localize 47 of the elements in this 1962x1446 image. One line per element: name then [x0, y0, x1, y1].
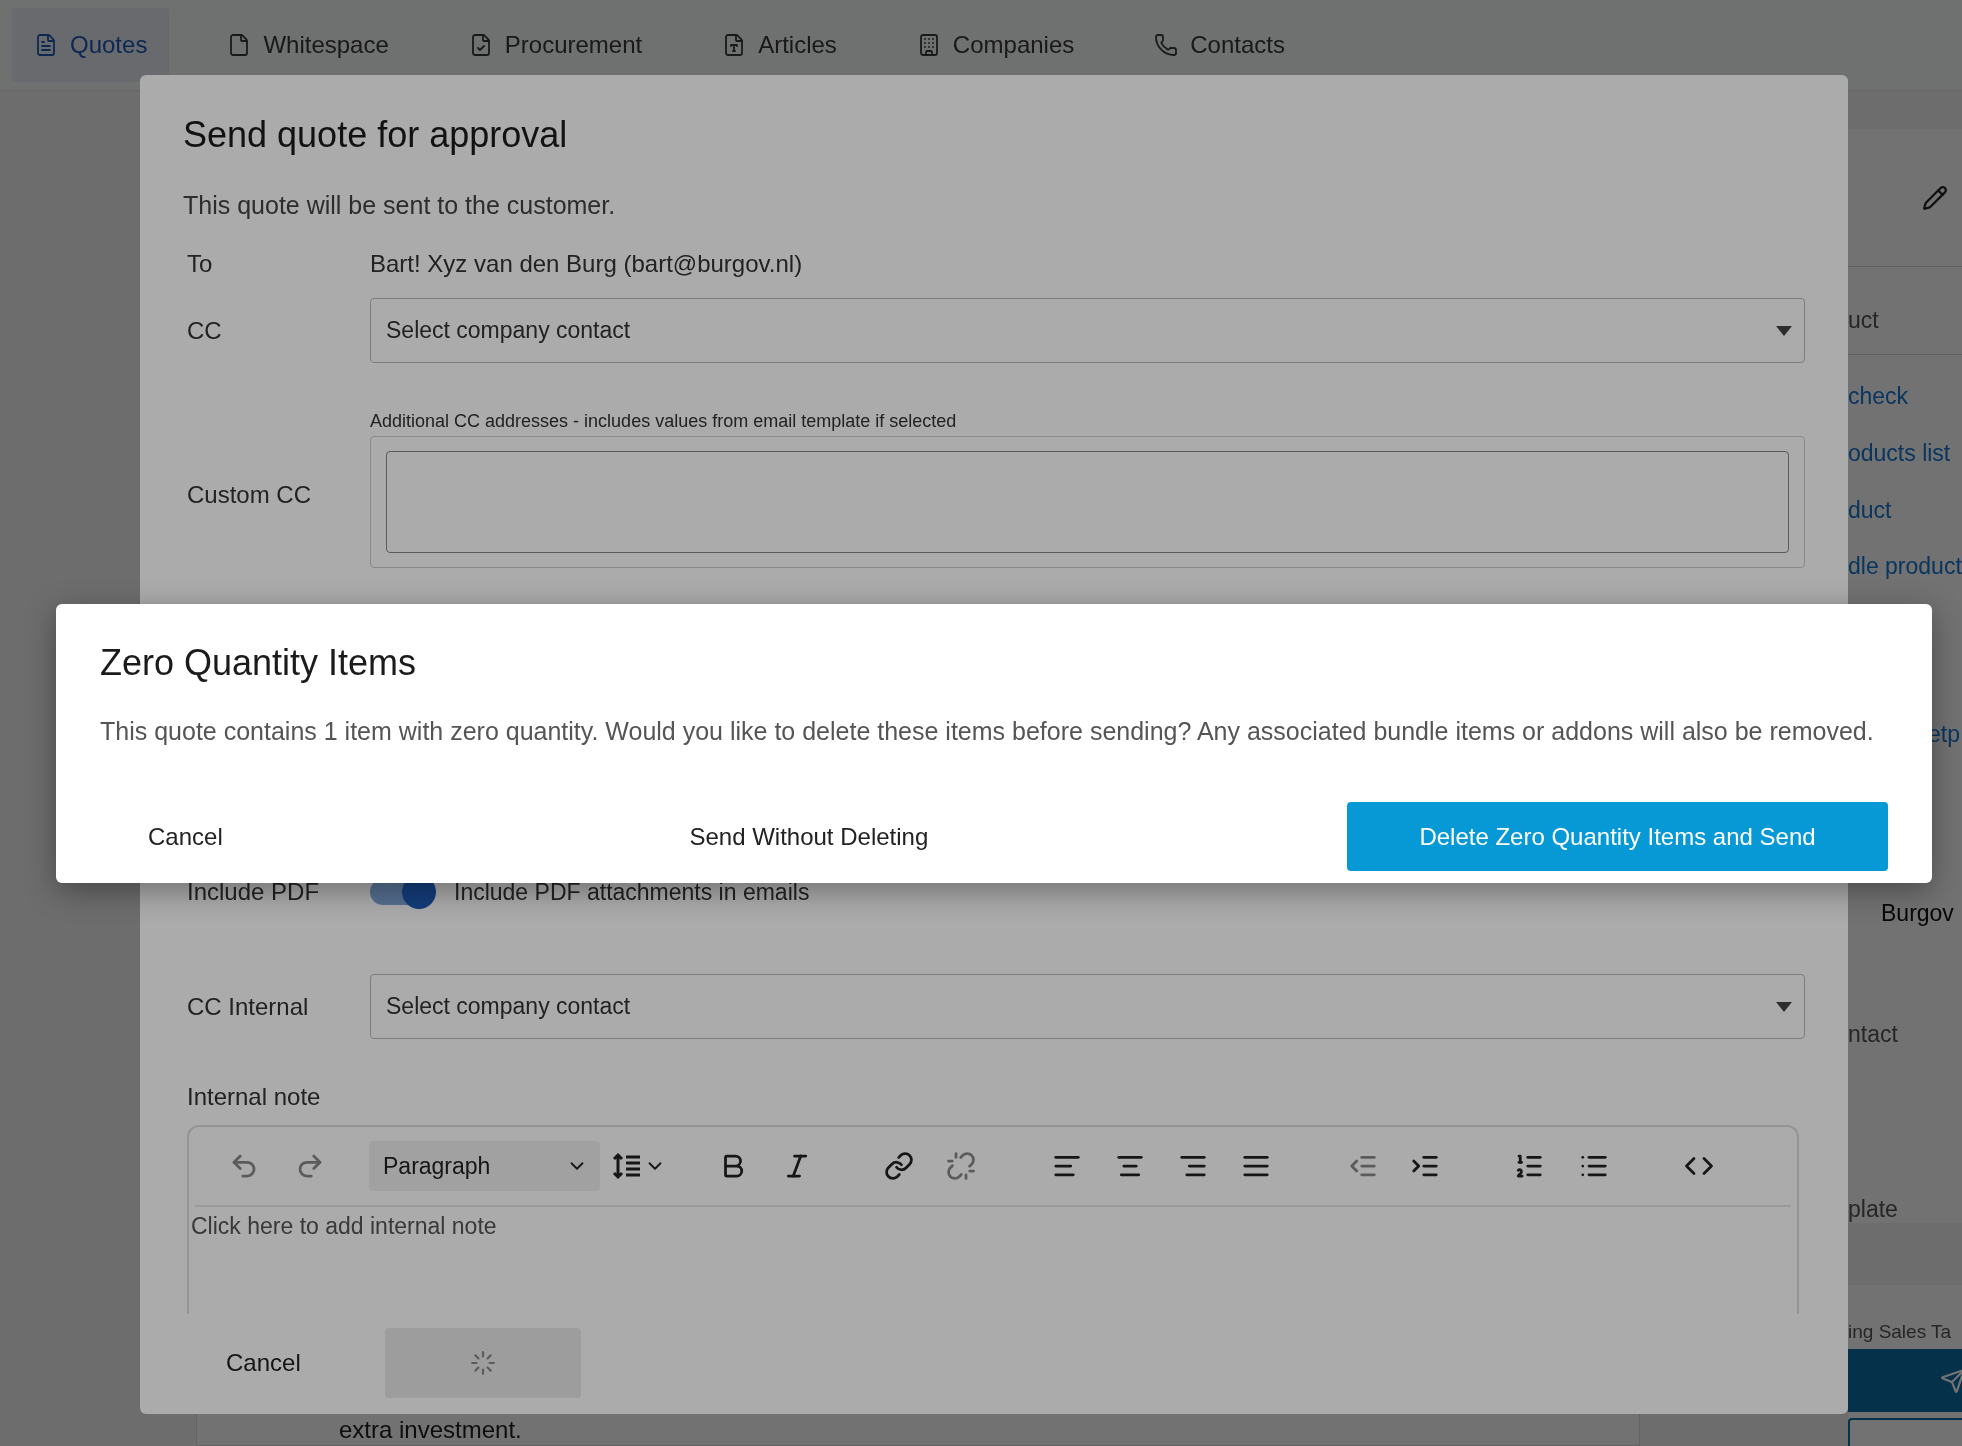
field-label: Internal note	[186, 1083, 322, 1111]
recipient-text: Bart! Xyz van den Burg (bart@burgov.nl)	[370, 250, 803, 278]
side-link[interactable]: oducts list	[1848, 440, 1962, 467]
dialog-message: This quote contains 1 item with zero quantity. Would you like to delete these items before sending? Any associated bundle items or addons will also be removed.	[100, 717, 1875, 746]
nav-tab[interactable]: Procurement	[446, 8, 665, 82]
document-icon	[34, 33, 58, 57]
field-label: CC Internal	[186, 992, 310, 1021]
delete-and-send-button[interactable]: Delete Zero Quantity Items and Send	[1347, 802, 1888, 871]
nav-tab[interactable]: Quotes	[12, 8, 170, 82]
field-hint: Additional CC addresses - includes values from email template if selected	[370, 411, 958, 432]
quote-text: extra investment.	[339, 1415, 523, 1445]
side-value: Burgov	[1880, 900, 1955, 927]
send-button[interactable]: Send Without Deleting	[641, 804, 977, 869]
dialog-title: Send quote for approval	[183, 113, 569, 155]
side-link[interactable]: check	[1848, 383, 1962, 410]
link-icon[interactable]	[884, 1151, 914, 1181]
side-link[interactable]: dle product	[1848, 553, 1962, 580]
nav-tab[interactable]: Articles	[700, 8, 859, 82]
custom-cc-input[interactable]	[386, 451, 1789, 553]
phone-icon	[1154, 33, 1179, 57]
nav-tab[interactable]: Whitespace	[205, 8, 411, 82]
field-label: CC	[186, 316, 223, 345]
note-placeholder[interactable]: Click here to add internal note	[189, 1207, 1797, 1240]
dialog-description: This quote will be sent to the customer.	[183, 191, 617, 220]
nav-tab[interactable]: Contacts	[1132, 8, 1307, 82]
side-text: ntact	[1848, 1021, 1899, 1048]
cc-internal-select[interactable]: Select company contact	[370, 974, 1805, 1039]
field-label: To	[186, 250, 214, 278]
dialog-title: Zero Quantity Items	[100, 641, 418, 683]
toggle-label: Include PDF attachments in emails	[454, 878, 810, 906]
caret-icon	[1776, 325, 1792, 336]
side-link[interactable]: duct	[1848, 497, 1962, 524]
cancel-button[interactable]: Cancel	[100, 804, 271, 869]
send-icon	[1940, 1367, 1962, 1394]
cc-select[interactable]: Select company contact	[370, 298, 1805, 363]
loading-spinner-icon	[469, 1350, 496, 1376]
unlink-icon[interactable]	[946, 1151, 976, 1181]
nav-tab[interactable]: Companies	[894, 8, 1097, 82]
edit-icon[interactable]	[1922, 184, 1948, 211]
field-label: Custom CC	[186, 480, 313, 509]
caret-icon	[1776, 1001, 1792, 1012]
cancel-button[interactable]: Cancel	[200, 1339, 327, 1387]
line-height-icon[interactable]	[612, 1151, 642, 1181]
side-text: ing Sales Ta	[1848, 1321, 1953, 1343]
field-label: Include PDF	[186, 878, 321, 906]
side-text: plate	[1848, 1196, 1899, 1223]
block-format-select[interactable]: Paragraph	[369, 1141, 600, 1191]
